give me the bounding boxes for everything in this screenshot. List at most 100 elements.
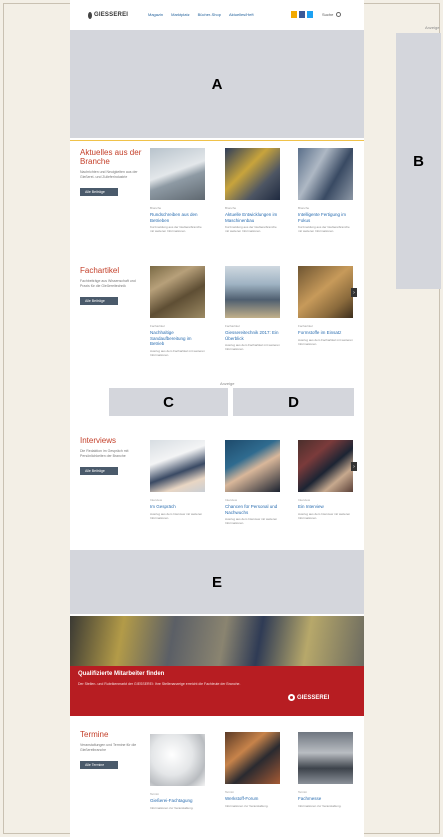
event-title[interactable]: Gießerei-Fachtagung: [150, 798, 205, 804]
search-icon[interactable]: [336, 12, 342, 17]
article-card[interactable]: Branche Rundschreiben aus den Betrieben …: [150, 148, 205, 233]
article-title[interactable]: Chancen für Personal und Nachwuchs: [225, 504, 280, 515]
article-card[interactable]: › Interview Ein Interview Auszug aus dem…: [298, 440, 357, 520]
section-fachartikel: Fachartikel Fachbeiträge aus Wissenschaf…: [70, 266, 364, 376]
article-card[interactable]: Branche Aktuelle Entwicklungen im Maschi…: [225, 148, 280, 233]
event-thumbnail: [150, 734, 205, 786]
article-teaser: Auszug aus dem Interview mit weiteren In…: [150, 511, 203, 520]
article-card[interactable]: Branche Intelligente Fertigung im Fokus …: [298, 148, 353, 233]
banner-title: Qualifizierte Mitarbeiter finden: [78, 671, 165, 677]
ad-b[interactable]: B: [396, 33, 441, 289]
article-card[interactable]: Fachartikel Nachhaltige Sandaufbereitung…: [150, 266, 205, 357]
ad-e-label: E: [211, 573, 222, 591]
article-category: Fachartikel: [298, 324, 313, 328]
banner-logo-text: GIESSEREI: [297, 694, 330, 701]
article-thumbnail: [150, 148, 205, 200]
article-category: Fachartikel: [150, 324, 165, 328]
article-thumbnail: [225, 148, 280, 200]
article-teaser: Auszug aus dem Fachartikel mit weiteren …: [298, 337, 353, 346]
header-tools: Suche: [322, 12, 342, 17]
article-thumbnail: [298, 440, 353, 492]
facebook-icon[interactable]: [299, 11, 305, 18]
nav-item-buecher-shop[interactable]: Bücher-Shop: [198, 12, 221, 17]
article-title[interactable]: Aktuelle Entwicklungen im Maschinenbau: [225, 212, 280, 223]
ad-d-label: D: [288, 393, 299, 411]
article-thumbnail: [225, 440, 280, 492]
article-title[interactable]: Nachhaltige Sandaufbereitung im Betrieb: [150, 330, 205, 347]
article-card[interactable]: Fachartikel Giessereitechnik 2017: Ein Ü…: [225, 266, 280, 351]
article-teaser: Kurzmeldung aus der Gießereibranche mit …: [225, 225, 277, 233]
article-category: Fachartikel: [225, 324, 240, 328]
article-title[interactable]: Rundschreiben aus den Betrieben: [150, 212, 205, 223]
divider: [70, 140, 364, 141]
all-events-button[interactable]: Alle Termine: [80, 761, 118, 769]
all-posts-button[interactable]: Alle Beiträge: [80, 297, 118, 305]
article-title[interactable]: Ein Interview: [298, 504, 353, 510]
event-thumbnail: [298, 732, 353, 784]
event-title[interactable]: Fachmesse: [298, 796, 353, 802]
nav-item-magazin[interactable]: Magazin: [148, 12, 163, 17]
site-logo[interactable]: GIESSEREI: [88, 10, 128, 20]
ad-e[interactable]: E: [70, 550, 364, 614]
ad-c[interactable]: C: [109, 388, 228, 416]
next-arrow-icon[interactable]: ›: [351, 288, 357, 297]
section-desc: Fachbeiträge aus Wissenschaft und Praxis…: [80, 279, 136, 288]
article-thumbnail: [298, 148, 353, 200]
all-posts-button[interactable]: Alle Beiträge: [80, 467, 118, 475]
nav-item-marktplatz[interactable]: Marktplatz: [171, 12, 189, 17]
article-card[interactable]: Interview Im Gespräch Auszug aus dem Int…: [150, 440, 205, 520]
search-label[interactable]: Suche: [322, 12, 333, 17]
nav-item-aktuelles[interactable]: Aktuelles/Heft: [229, 12, 254, 17]
main-nav: Magazin Marktplatz Bücher-Shop Aktuelles…: [148, 12, 254, 17]
event-category: Termin: [298, 790, 308, 794]
logo-text: GIESSEREI: [94, 12, 129, 18]
article-thumbnail: [225, 266, 280, 318]
article-category: Branche: [150, 206, 162, 210]
article-teaser: Auszug aus dem Interview mit weiteren In…: [225, 517, 278, 525]
article-title[interactable]: Intelligente Fertigung im Fokus: [298, 212, 353, 223]
main-page: GIESSEREI Magazin Marktplatz Bücher-Shop…: [70, 0, 364, 837]
section-termine: Termine Veranstaltungen und Termine für …: [70, 730, 364, 835]
article-card[interactable]: Interview Chancen für Personal und Nachw…: [225, 440, 280, 525]
event-teaser: Informationen zur Veranstaltung.: [150, 805, 194, 810]
article-title[interactable]: Giessereitechnik 2017: Ein Überblick: [225, 330, 280, 341]
article-teaser: Auszug aus dem Interview mit weiteren In…: [298, 511, 351, 520]
event-card[interactable]: Termin Gießerei-Fachtagung Informationen…: [150, 734, 205, 810]
rss-icon[interactable]: [291, 11, 297, 18]
section-desc: Veranstaltungen und Termine für die Gieß…: [80, 743, 137, 752]
article-category: Interview: [298, 498, 311, 502]
ad-a[interactable]: A: [70, 30, 364, 138]
event-category: Termin: [225, 790, 235, 794]
ad-a-label: A: [211, 75, 223, 93]
twitter-icon[interactable]: [307, 11, 313, 18]
ad-label-right: Anzeige: [425, 25, 440, 30]
all-posts-button[interactable]: Alle Beiträge: [80, 188, 118, 196]
article-title[interactable]: Im Gespräch: [150, 504, 205, 510]
article-thumbnail: [298, 266, 353, 318]
banner-image: [70, 616, 364, 666]
header: GIESSEREI Magazin Marktplatz Bücher-Shop…: [70, 6, 364, 26]
ad-b-label: B: [413, 152, 424, 170]
section-title: Fachartikel: [80, 266, 120, 275]
social-links: [291, 11, 313, 18]
article-title[interactable]: Formstoffe im Einsatz: [298, 330, 353, 336]
next-arrow-icon[interactable]: ›: [351, 462, 357, 471]
ad-label-middle: Anzeige: [220, 381, 235, 386]
article-thumbnail: [150, 440, 205, 492]
event-thumbnail: [225, 732, 280, 784]
section-desc: Die Redaktion im Gespräch mit Persönlich…: [80, 449, 129, 458]
ad-d[interactable]: D: [233, 388, 354, 416]
article-teaser: Auszug aus dem Fachartikel mit weiteren …: [150, 348, 205, 357]
event-teaser: Informationen zur Veranstaltung.: [225, 803, 269, 808]
section-branche: Aktuelles aus der Branche Nachrichten un…: [70, 148, 364, 258]
event-title[interactable]: Werkstoff-Forum: [225, 796, 280, 802]
recruiting-banner[interactable]: Qualifizierte Mitarbeiter finden Der Ste…: [70, 616, 364, 716]
article-card[interactable]: › Fachartikel Formstoffe im Einsatz Ausz…: [298, 266, 357, 346]
article-teaser: Kurzmeldung aus der Gießereibranche mit …: [150, 225, 202, 233]
event-card[interactable]: Termin Werkstoff-Forum Informationen zur…: [225, 732, 280, 808]
event-card[interactable]: Termin Fachmesse Informationen zur Veran…: [298, 732, 353, 808]
article-category: Branche: [298, 206, 310, 210]
article-teaser: Kurzmeldung aus der Gießereibranche mit …: [298, 225, 350, 233]
section-title: Interviews: [80, 436, 117, 445]
article-category: Branche: [225, 206, 237, 210]
